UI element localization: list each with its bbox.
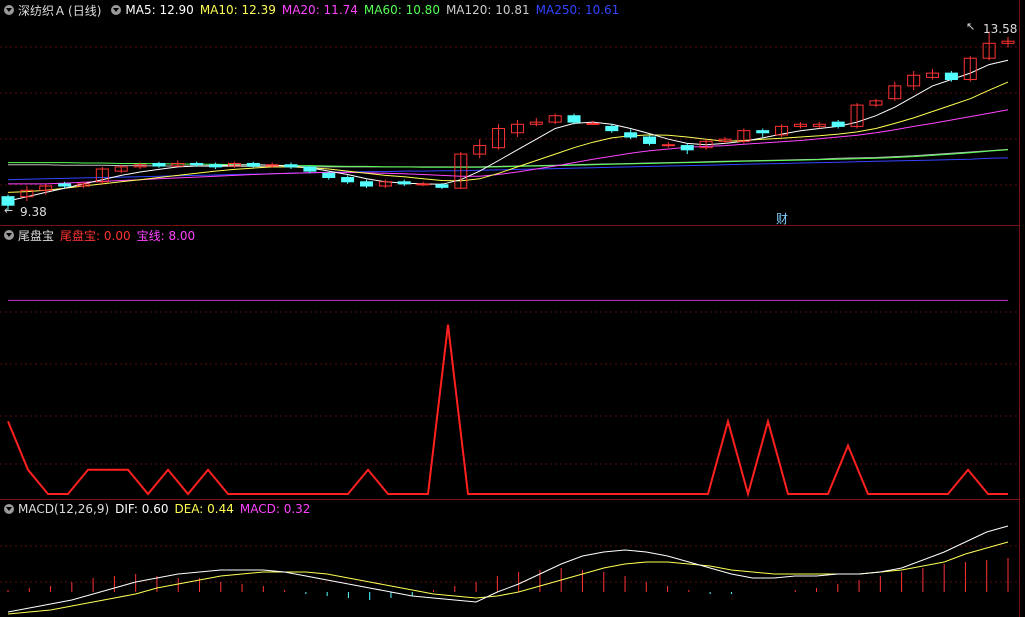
candle-body xyxy=(831,121,845,127)
candle-body xyxy=(322,172,336,179)
candle-body xyxy=(209,164,223,168)
candle-body xyxy=(246,162,260,167)
candle-body xyxy=(944,72,958,81)
candle-body xyxy=(397,181,411,185)
low-price-label: 9.38 xyxy=(20,205,47,219)
candle-body xyxy=(303,166,317,172)
candle-body xyxy=(435,184,449,188)
candle-body xyxy=(680,145,694,151)
candle-body xyxy=(661,144,675,147)
ma250-line xyxy=(7,157,1009,181)
candle-body xyxy=(756,130,770,134)
ma5-line xyxy=(7,59,1009,202)
candle-body xyxy=(58,183,72,187)
kline-panel[interactable]: 深纺织Ａ (日线) MA5: 12.90 MA10: 12.39 MA20: 1… xyxy=(0,0,1020,226)
macd-panel[interactable]: MACD(12,26,9) DIF: 0.60 DEA: 0.44 MACD: … xyxy=(0,500,1020,617)
tail-indicator-chart xyxy=(0,299,1018,498)
macd-chart xyxy=(0,525,1018,615)
candle-body xyxy=(359,181,373,187)
candle-body xyxy=(416,183,430,186)
ma20-line xyxy=(8,109,1009,185)
high-arrow-icon: ↖ xyxy=(966,20,976,33)
kline-chart xyxy=(0,31,1018,211)
high-price-label: 13.58 xyxy=(983,22,1018,36)
dif-line xyxy=(7,525,1009,613)
right-border xyxy=(1019,0,1020,617)
candle-body xyxy=(284,164,298,168)
low-arrow-icon: ← xyxy=(4,204,14,217)
candle-body xyxy=(586,122,600,125)
candle-body xyxy=(152,162,166,167)
candle-body xyxy=(190,162,204,166)
candle-body xyxy=(567,115,581,123)
candle-body xyxy=(643,136,657,144)
tail-indicator-panel[interactable]: 尾盘宝 尾盘宝: 0.00 宝线: 8.00 xyxy=(0,226,1020,499)
tail-indicator-line xyxy=(7,324,1008,498)
candle-body xyxy=(624,132,638,138)
candle-body xyxy=(341,177,355,183)
candle-body xyxy=(605,125,619,132)
